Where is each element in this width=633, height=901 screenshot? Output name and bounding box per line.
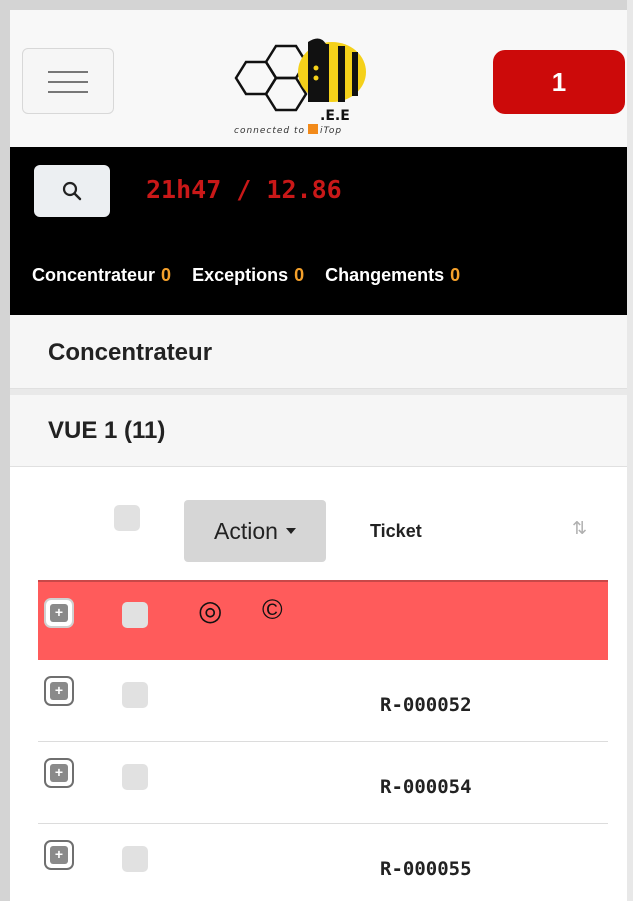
counter-value: 0 (294, 265, 305, 285)
counter-changements[interactable]: Changements 0 (325, 265, 460, 285)
bullseye-icon: ◎ (198, 595, 223, 626)
menu-icon-bar (48, 91, 88, 93)
logo-caption: connected to iTop (234, 124, 342, 136)
menu-button[interactable] (22, 48, 114, 114)
row-checkbox[interactable] (122, 846, 148, 872)
itop-icon (308, 124, 319, 134)
sort-icon[interactable]: ⇅ (572, 518, 587, 539)
bee-logo[interactable]: .E.E connected to iTop (220, 32, 380, 144)
menu-icon-bar (48, 71, 88, 73)
action-label: Action (214, 517, 278, 544)
search-button[interactable] (34, 165, 110, 217)
expand-icon[interactable]: + (44, 840, 74, 870)
ticket-cell[interactable]: R-000052 (380, 694, 472, 716)
search-icon (62, 181, 82, 201)
logo-icon: .E.E (234, 38, 366, 124)
ticket-cell[interactable]: R-000054 (380, 776, 472, 798)
clock-readout: 21h47 / 12.86 (146, 175, 342, 204)
section-title: Concentrateur (48, 339, 213, 366)
counters-row: Concentrateur 0 Exceptions 0 Changements 0 (32, 265, 476, 286)
table-row[interactable]: + R-000055 (38, 824, 608, 901)
expand-icon[interactable]: + (44, 676, 74, 706)
counter-label: Exceptions (192, 265, 289, 285)
caret-down-icon (285, 528, 296, 534)
view-title: VUE 1 (11) (48, 417, 166, 444)
counter-concentrateur[interactable]: Concentrateur 0 (32, 265, 171, 285)
window-frame-top (0, 0, 633, 10)
status-bar: 21h47 / 12.86 Concentrateur 0 Exceptions 0… (10, 147, 633, 315)
table-row[interactable]: + R-000052 (38, 660, 608, 742)
logo-caption-prefix: connected to (234, 126, 306, 136)
ticket-column-header[interactable]: Ticket (370, 521, 422, 542)
row-checkbox[interactable] (122, 682, 148, 708)
menu-icon-bar (48, 81, 88, 83)
app-header: .E.E connected to iTop 1 (10, 10, 627, 147)
svg-text:.E.E: .E.E (320, 108, 350, 124)
notification-button[interactable]: 1 (493, 50, 625, 114)
section-header: Concentrateur (10, 315, 633, 389)
window-frame-left (0, 0, 10, 901)
counter-exceptions[interactable]: Exceptions 0 (192, 265, 304, 285)
view-header[interactable]: VUE 1 (11) (10, 395, 633, 467)
counter-value: 0 (161, 265, 172, 285)
expand-icon[interactable]: + (44, 758, 74, 788)
logo-caption-brand: iTop (320, 126, 343, 136)
copyright-icon: © (262, 594, 283, 625)
counter-value: 0 (450, 265, 461, 285)
row-checkbox[interactable] (122, 764, 148, 790)
select-all-checkbox[interactable] (114, 505, 140, 531)
table-row[interactable]: + R-000054 (38, 742, 608, 824)
action-dropdown-button[interactable]: Action (184, 500, 326, 562)
counter-label: Concentrateur (32, 265, 156, 285)
ticket-cell[interactable]: R-000055 (380, 858, 472, 880)
notification-count: 1 (551, 66, 567, 97)
table-row[interactable]: + ◎ © (38, 580, 608, 660)
counter-label: Changements (325, 265, 445, 285)
window-frame-right (627, 0, 633, 901)
row-checkbox[interactable] (122, 602, 148, 628)
expand-icon[interactable]: + (44, 598, 74, 628)
